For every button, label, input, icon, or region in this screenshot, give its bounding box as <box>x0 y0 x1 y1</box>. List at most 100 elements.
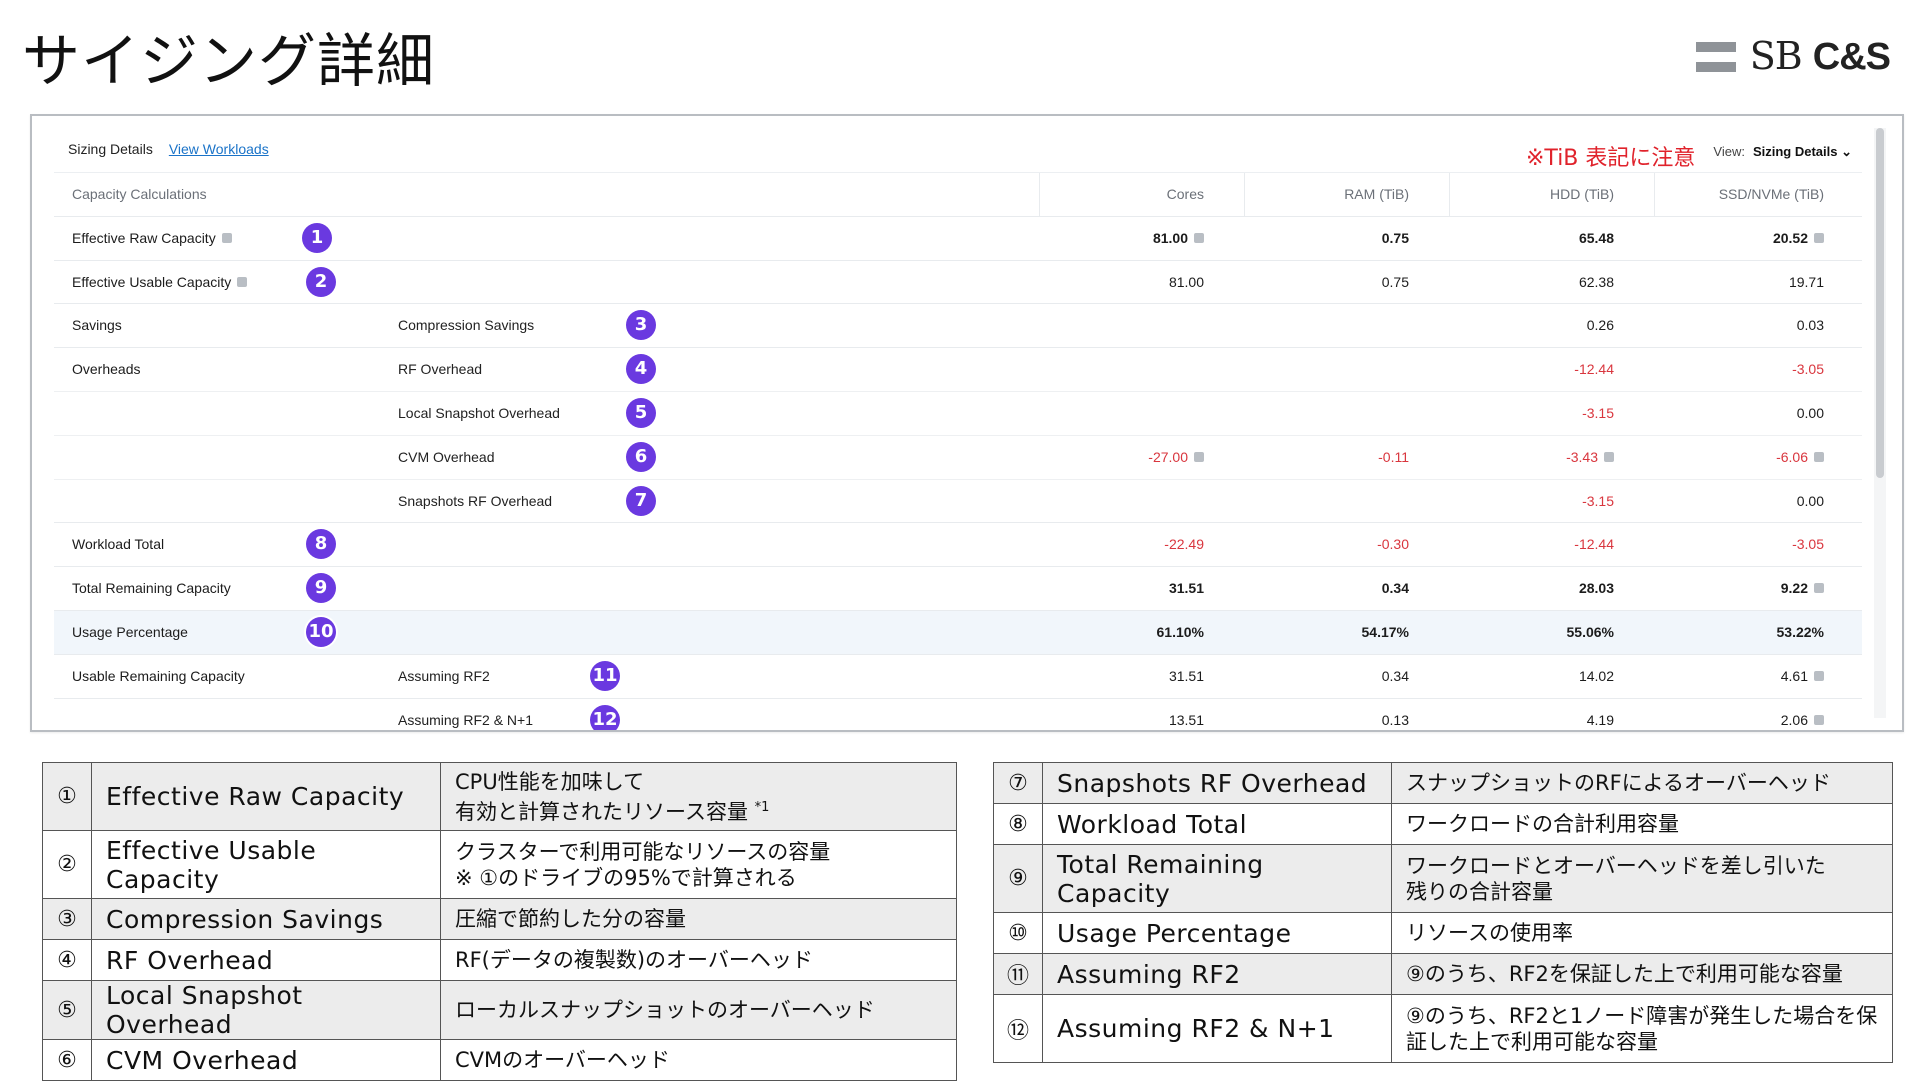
row-label: Savings <box>72 317 122 334</box>
ssd-value: 0.00 <box>1796 404 1824 421</box>
legend-name: Workload Total <box>1042 803 1392 845</box>
legend-name: Compression Savings <box>91 898 441 940</box>
hdd-value: 14.02 <box>1578 667 1614 684</box>
row-label: Total Remaining Capacity <box>72 580 231 597</box>
table-row: Snapshots RF Overhead 7 -3.15 0.00 <box>54 480 1862 524</box>
hdd-value: 55.06% <box>1566 623 1614 640</box>
callout-badge: 9 <box>306 573 336 604</box>
legend-row: ① Effective Raw Capacity CPU性能を加味して 有効と計算… <box>42 762 957 831</box>
row-sublabel: Compression Savings <box>398 317 535 334</box>
table-row: Assuming RF2 & N+1 12 13.51 0.13 4.19 2.… <box>54 699 1862 730</box>
ssd-value: 2.06 <box>1674 699 1824 730</box>
info-icon[interactable] <box>221 233 232 244</box>
cores-value: 61.10% <box>1156 623 1204 640</box>
legend-index: ④ <box>42 939 92 981</box>
legend-description: ⑨のうち、RF2と1ノード障害が発生した場合を保 証した上で利用可能な容量 <box>1391 994 1893 1063</box>
legend-description: CPU性能を加味して 有効と計算されたリソース容量 *1 <box>440 762 957 831</box>
callout-badge: 7 <box>626 485 656 516</box>
ssd-value: 20.52 <box>1674 217 1824 260</box>
legend-row: ⑨ Total Remaining Capacity ワークロードとオーバーヘッ… <box>993 844 1893 913</box>
ssd-value: 0.03 <box>1796 317 1824 334</box>
table-row: Usage Percentage 10 61.10% 54.17% 55.06%… <box>54 610 1862 655</box>
info-icon[interactable] <box>237 276 248 287</box>
ram-value: 0.75 <box>1381 229 1409 246</box>
callout-badge: 3 <box>626 310 656 341</box>
cores-value: 81.00 <box>1054 217 1204 260</box>
table-row: Local Snapshot Overhead 5 -3.15 0.00 <box>54 392 1862 436</box>
row-sublabel: Local Snapshot Overhead <box>398 404 560 421</box>
callout-badge: 8 <box>306 529 336 560</box>
cores-value: 13.51 <box>1168 711 1204 728</box>
legend-row: ⑪ Assuming RF2 ⑨のうち、RF2を保証した上で利用可能な容量 <box>993 953 1893 995</box>
ssd-value: 53.22% <box>1776 623 1824 640</box>
view-workloads-link[interactable]: View Workloads <box>169 141 269 157</box>
legend-table-left: ① Effective Raw Capacity CPU性能を加味して 有効と計算… <box>42 762 957 1081</box>
table-row: Effective Raw Capacity 1 81.00 0.75 65.4… <box>54 217 1862 261</box>
ssd-value: -3.05 <box>1792 536 1824 553</box>
cores-value: -22.49 <box>1164 536 1204 553</box>
ram-column-header: RAM (TiB) <box>1344 186 1409 202</box>
slide-title: サイジング詳細 <box>22 27 436 95</box>
row-label: Effective Raw Capacity <box>72 217 232 260</box>
legend-name: Effective Usable Capacity <box>91 830 441 899</box>
legend-index: ③ <box>42 898 92 940</box>
ram-value: 0.75 <box>1381 273 1409 290</box>
info-icon[interactable] <box>1194 233 1204 244</box>
info-icon[interactable] <box>1194 452 1204 463</box>
logo-text: SB C&S <box>1749 34 1891 78</box>
legend-index: ⑧ <box>993 803 1043 845</box>
hdd-value: 0.26 <box>1586 317 1614 334</box>
legend-row: ⑦ Snapshots RF Overhead スナップショットのRFによるオー… <box>993 762 1893 804</box>
ram-value: 0.34 <box>1381 580 1409 597</box>
table-row: Overheads RF Overhead 4 -12.44 -3.05 <box>54 348 1862 392</box>
legend-description: ローカルスナップショットのオーバーヘッド <box>440 980 957 1040</box>
table-row: Usable Remaining Capacity Assuming RF2 1… <box>54 655 1862 699</box>
legend-row: ⑤ Local Snapshot Overhead ローカルスナップショットのオ… <box>42 980 957 1040</box>
info-icon[interactable] <box>1814 714 1824 725</box>
legend-row: ⑫ Assuming RF2 & N+1 ⑨のうち、RF2と1ノード障害が発生し… <box>993 994 1893 1063</box>
callout-badge: 5 <box>626 397 656 428</box>
legend-index: ② <box>42 830 92 899</box>
ssd-value: 0.00 <box>1796 492 1824 509</box>
info-icon[interactable] <box>1814 233 1824 244</box>
legend-name: Total Remaining Capacity <box>1042 844 1392 913</box>
callout-badge: 4 <box>626 354 656 385</box>
info-icon[interactable] <box>1604 452 1614 463</box>
column-header-row: Capacity Calculations Cores RAM (TiB) HD… <box>54 173 1862 217</box>
company-logo: SB C&S <box>1695 34 1891 79</box>
legend-description: 圧縮で節約した分の容量 <box>440 898 957 940</box>
panel-title: Sizing Details <box>68 141 153 157</box>
callout-badge: 12 <box>590 704 620 730</box>
callout-badge: 6 <box>626 441 656 472</box>
scrollbar-thumb[interactable] <box>1876 128 1884 478</box>
hdd-value: 4.19 <box>1586 711 1614 728</box>
cores-column-header: Cores <box>1166 186 1204 202</box>
row-label: Workload Total <box>72 536 165 553</box>
row-sublabel: Assuming RF2 <box>398 667 490 684</box>
legend-name: Assuming RF2 & N+1 <box>1042 994 1392 1063</box>
row-sublabel: Assuming RF2 & N+1 <box>398 711 533 728</box>
info-icon[interactable] <box>1814 671 1824 682</box>
vertical-scrollbar[interactable] <box>1874 128 1886 718</box>
legend-name: Local Snapshot Overhead <box>91 980 441 1040</box>
legend-index: ⑩ <box>993 912 1043 954</box>
hdd-value: 62.38 <box>1578 273 1614 290</box>
section-header: Capacity Calculations <box>72 186 207 202</box>
info-icon[interactable] <box>1814 452 1824 463</box>
hdd-value: -3.15 <box>1582 404 1614 421</box>
view-selector[interactable]: View: Sizing Details ⌄ <box>1713 144 1852 160</box>
ssd-value: 19.71 <box>1788 273 1824 290</box>
hdd-value: -12.44 <box>1574 536 1614 553</box>
panel-header: Sizing Details View Workloads ※TiB 表記に注意… <box>54 126 1862 173</box>
info-icon[interactable] <box>1814 583 1824 594</box>
ram-value: -0.11 <box>1378 448 1409 465</box>
ssd-value: 9.22 <box>1674 567 1824 610</box>
view-selector-value[interactable]: Sizing Details ⌄ <box>1753 144 1852 159</box>
row-label: Overheads <box>72 361 141 378</box>
legend-row: ④ RF Overhead RF(データの複製数)のオーバーヘッド <box>42 939 957 981</box>
ram-value: -0.30 <box>1377 536 1409 553</box>
table-row: Workload Total 8 -22.49 -0.30 -12.44 -3.… <box>54 523 1862 568</box>
legend-description: ⑨のうち、RF2を保証した上で利用可能な容量 <box>1391 953 1893 995</box>
row-sublabel: CVM Overhead <box>398 448 495 465</box>
legend-name: RF Overhead <box>91 939 441 981</box>
